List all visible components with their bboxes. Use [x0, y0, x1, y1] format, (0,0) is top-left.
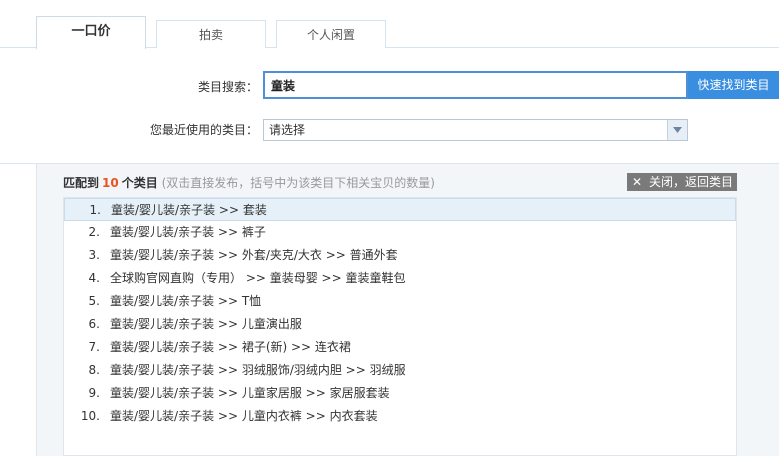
recent-category-select[interactable]: 请选择 — [263, 119, 688, 141]
item-number: 7. — [88, 340, 100, 354]
list-item[interactable]: 10. 童装/婴儿装/亲子装 >> 儿童内衣裤 >> 内衣套装 — [64, 405, 736, 428]
list-item[interactable]: 6. 童装/婴儿装/亲子装 >> 儿童演出服 — [64, 313, 736, 336]
list-item[interactable]: 5. 童装/婴儿装/亲子装 >> T恤 — [64, 290, 736, 313]
chevron-down-icon[interactable] — [667, 120, 687, 140]
item-number: 1. — [89, 203, 101, 217]
item-path: 全球购官网直购（专用） >> 童装母婴 >> 童装童鞋包 — [110, 271, 406, 285]
close-return-button[interactable]: ✕ 关闭，返回类目 — [627, 173, 737, 191]
result-prefix: 匹配到 — [63, 176, 100, 190]
item-number: 9. — [88, 386, 100, 400]
tab-auction[interactable]: 拍卖 — [156, 20, 266, 48]
close-return-label: 关闭，返回类目 — [649, 175, 734, 189]
category-result-list: 1. 童装/婴儿装/亲子装 >> 套装 2. 童装/婴儿装/亲子装 >> 裤子 … — [63, 197, 737, 456]
tab-fixed-price[interactable]: 一口价 — [36, 16, 146, 49]
list-item[interactable]: 4. 全球购官网直购（专用） >> 童装母婴 >> 童装童鞋包 — [64, 267, 736, 290]
list-item[interactable]: 1. 童装/婴儿装/亲子装 >> 套装 — [64, 198, 736, 221]
recent-category-label: 您最近使用的类目： — [149, 123, 258, 137]
item-number: 5. — [88, 294, 100, 308]
item-number: 4. — [88, 271, 100, 285]
item-number: 10. — [80, 409, 100, 423]
quick-find-category-button[interactable]: 快速找到类目 — [688, 71, 779, 99]
item-number: 8. — [88, 363, 100, 377]
item-path: 童装/婴儿装/亲子装 >> 套装 — [111, 203, 267, 217]
result-summary: 匹配到 10 个类目 (双击直接发布，括号中为该类目下相关宝贝的数量) — [63, 174, 435, 191]
tab-personal-idle[interactable]: 个人闲置 — [276, 20, 386, 48]
item-path: 童装/婴儿装/亲子装 >> 儿童家居服 >> 家居服套装 — [110, 386, 390, 400]
result-suffix: 个类目 — [121, 176, 158, 190]
list-item[interactable]: 9. 童装/婴儿装/亲子装 >> 儿童家居服 >> 家居服套装 — [64, 382, 736, 405]
item-path: 童装/婴儿装/亲子装 >> 裤子 — [110, 225, 266, 239]
list-item[interactable]: 8. 童装/婴儿装/亲子装 >> 羽绒服饰/羽绒内胆 >> 羽绒服 — [64, 359, 736, 382]
item-path: 童装/婴儿装/亲子装 >> 儿童内衣裤 >> 内衣套装 — [110, 409, 378, 423]
item-number: 2. — [88, 225, 100, 239]
recent-category-value: 请选择 — [269, 123, 306, 137]
tab-bar: 一口价 拍卖 个人闲置 — [0, 0, 779, 49]
item-path: 童装/婴儿装/亲子装 >> T恤 — [110, 294, 262, 308]
item-path: 童装/婴儿装/亲子装 >> 羽绒服饰/羽绒内胆 >> 羽绒服 — [110, 363, 406, 377]
category-search-label: 类目搜索： — [197, 80, 258, 94]
list-item[interactable]: 3. 童装/婴儿装/亲子装 >> 外套/夹克/大衣 >> 普通外套 — [64, 244, 736, 267]
list-item[interactable]: 7. 童装/婴儿装/亲子装 >> 裙子(新) >> 连衣裙 — [64, 336, 736, 359]
search-result-panel: 匹配到 10 个类目 (双击直接发布，括号中为该类目下相关宝贝的数量) ✕ 关闭，返… — [36, 164, 779, 456]
item-path: 童装/婴儿装/亲子装 >> 裙子(新) >> 连衣裙 — [110, 340, 351, 354]
item-number: 3. — [88, 248, 100, 262]
item-path: 童装/婴儿装/亲子装 >> 外套/夹克/大衣 >> 普通外套 — [110, 248, 398, 262]
result-hint: (双击直接发布，括号中为该类目下相关宝贝的数量) — [161, 176, 435, 190]
result-count: 10 — [102, 176, 119, 190]
item-number: 6. — [88, 317, 100, 331]
category-search-input[interactable] — [263, 71, 688, 99]
item-path: 童装/婴儿装/亲子装 >> 儿童演出服 — [110, 317, 302, 331]
list-item[interactable]: 2. 童装/婴儿装/亲子装 >> 裤子 — [64, 221, 736, 244]
close-icon: ✕ — [632, 175, 643, 189]
